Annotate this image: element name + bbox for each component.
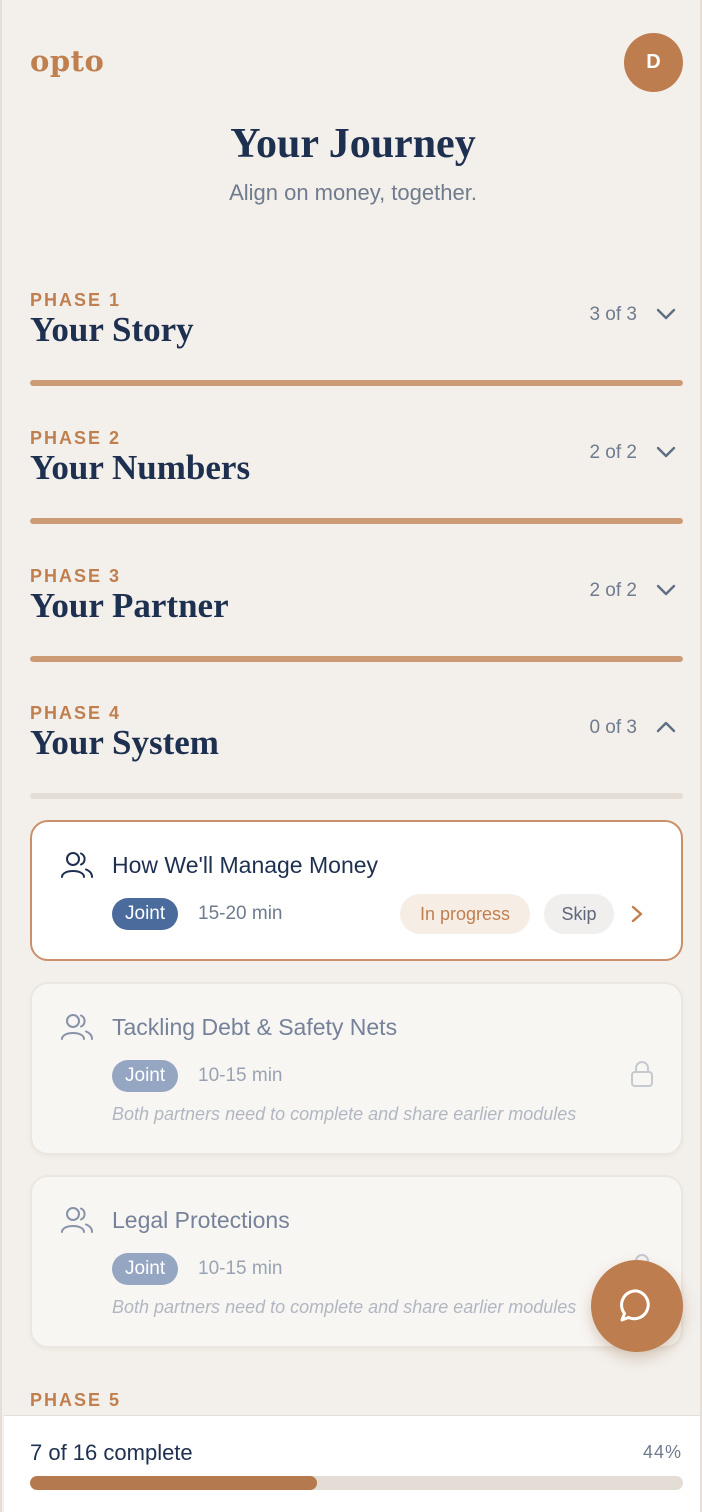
- phase-3-header[interactable]: PHASE 3 Your Partner 2 of 2: [30, 566, 683, 666]
- joint-badge: Joint: [112, 898, 179, 930]
- phase-count: 3 of 3: [589, 304, 637, 325]
- phase-name: Your Partner: [30, 586, 229, 625]
- people-icon: [61, 1014, 93, 1040]
- overall-progress-footer: 7 of 16 complete 44%: [4, 1415, 700, 1512]
- complete-percent: 44%: [642, 1442, 682, 1462]
- status-badge: In progress: [400, 894, 530, 934]
- people-icon: [61, 1207, 93, 1233]
- chevron-right-icon[interactable]: [630, 904, 644, 924]
- chat-bubble-icon: [620, 1289, 650, 1322]
- phase-progress-bar: [30, 656, 683, 662]
- phase-progress-bar: [30, 380, 683, 386]
- chevron-down-icon[interactable]: [655, 582, 677, 598]
- overall-progress-fill: [30, 1476, 318, 1490]
- people-icon: [61, 852, 93, 878]
- chevron-down-icon[interactable]: [655, 444, 677, 460]
- chevron-down-icon[interactable]: [655, 306, 677, 322]
- module-title: Legal Protections: [112, 1207, 290, 1233]
- module-card-legal-protections: Legal Protections Joint 10-15 min Both p…: [30, 1175, 683, 1348]
- module-card-tackling-debt: Tackling Debt & Safety Nets Joint 10-15 …: [30, 982, 683, 1155]
- module-card-how-well-manage-money[interactable]: How We'll Manage Money Joint 15-20 min I…: [30, 820, 683, 961]
- app-logo[interactable]: opto: [30, 44, 104, 78]
- phase-count: 0 of 3: [589, 717, 637, 738]
- module-title: Tackling Debt & Safety Nets: [112, 1014, 398, 1040]
- page-subtitle: Align on money, together.: [229, 180, 477, 205]
- phase-progress-fill: [30, 518, 683, 524]
- phase-count: 2 of 2: [589, 580, 637, 601]
- complete-count: 7 of 16 complete: [30, 1440, 193, 1465]
- phase-label: PHASE 3: [30, 566, 122, 586]
- phase-2-header[interactable]: PHASE 2 Your Numbers 2 of 2: [30, 428, 683, 528]
- overall-progress-bar: [30, 1476, 683, 1490]
- phase-progress-bar: [30, 518, 683, 524]
- chat-button[interactable]: [591, 1260, 683, 1352]
- phase-1-header[interactable]: PHASE 1 Your Story 3 of 3: [30, 290, 683, 390]
- chevron-up-icon[interactable]: [655, 719, 677, 735]
- page-title: Your Journey: [230, 121, 476, 167]
- module-title: How We'll Manage Money: [112, 852, 379, 878]
- phase-name: Your System: [30, 723, 219, 762]
- phase-name: Your Numbers: [30, 448, 251, 487]
- phase-progress-bar: [30, 793, 683, 799]
- phase-4-header[interactable]: PHASE 4 Your System 0 of 3: [30, 703, 683, 803]
- avatar[interactable]: D: [624, 33, 683, 92]
- phase-progress-fill: [30, 380, 683, 386]
- phase-label: PHASE 2: [30, 428, 122, 448]
- phase-count: 2 of 2: [589, 442, 637, 463]
- joint-badge: Joint: [112, 1060, 179, 1092]
- module-duration: 15-20 min: [198, 903, 283, 924]
- phase-progress-fill: [30, 656, 683, 662]
- phase-label: PHASE 5: [30, 1390, 122, 1410]
- phase-label: PHASE 4: [30, 703, 122, 723]
- app-frame: opto D Your Journey Align on money, toge…: [0, 0, 702, 1512]
- lock-icon: [631, 1061, 653, 1087]
- phase-name: Your Story: [30, 310, 194, 349]
- locked-note: Both partners need to complete and share…: [112, 1104, 577, 1124]
- locked-note: Both partners need to complete and share…: [112, 1297, 577, 1317]
- module-duration: 10-15 min: [198, 1258, 283, 1279]
- phase-label: PHASE 1: [30, 290, 122, 310]
- module-duration: 10-15 min: [198, 1065, 283, 1086]
- joint-badge: Joint: [112, 1253, 179, 1285]
- skip-button[interactable]: Skip: [544, 894, 614, 934]
